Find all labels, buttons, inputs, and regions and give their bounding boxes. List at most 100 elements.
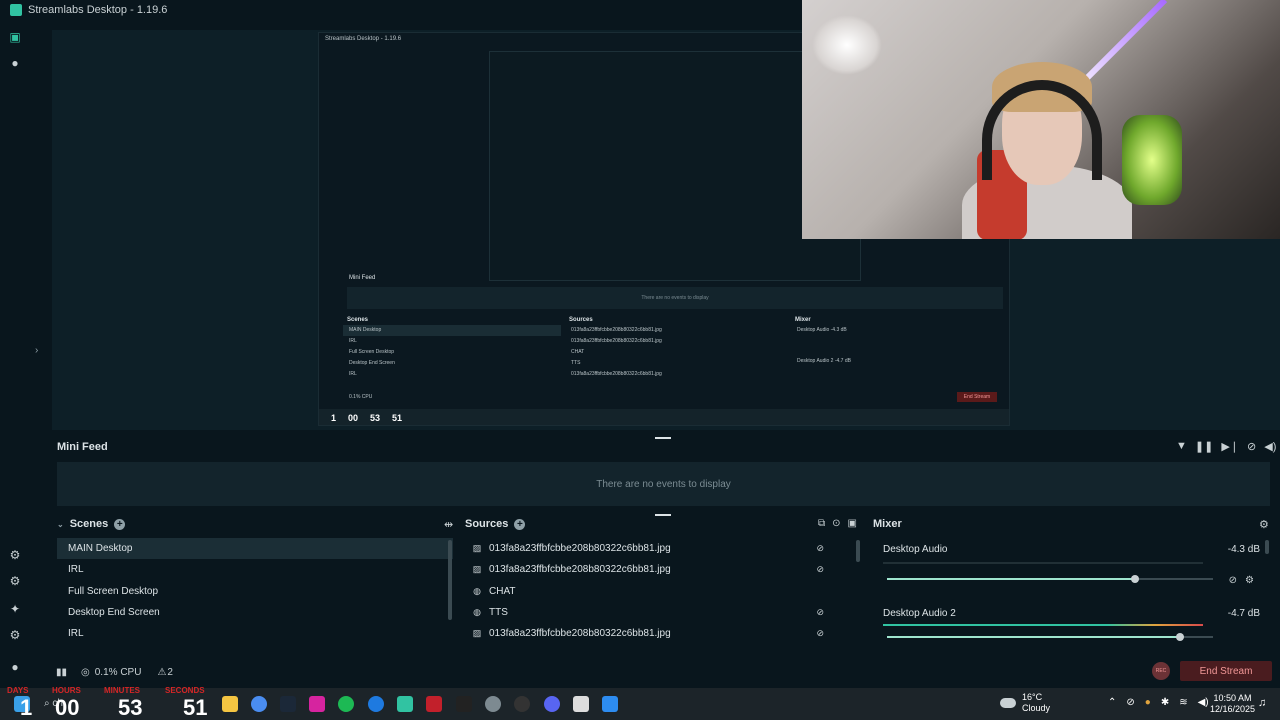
add-scene-icon[interactable]: + — [114, 518, 126, 530]
filter-icon[interactable]: ▼ — [1176, 440, 1187, 453]
tts-app-icon[interactable] — [426, 696, 442, 712]
settings-app-icon[interactable] — [485, 696, 501, 712]
source-item[interactable]: ▨ 013fa8a23ffbfcbbe208b80322c6bb81.jpg ⊘ — [465, 538, 860, 559]
play-icon[interactable]: ● — [8, 56, 22, 70]
preview-dock: Scenes MAIN Desktop IRL Full Screen Desk… — [343, 315, 1007, 387]
record-button[interactable]: REC — [1152, 662, 1170, 680]
volume-icon[interactable]: ◀) — [1264, 440, 1276, 453]
status-bar: ▮▮ ◎ 0.1% CPU ⚠ 2 — [30, 660, 1280, 684]
file-explorer-icon[interactable] — [222, 696, 238, 712]
eye-hidden-icon[interactable]: ⊘ — [816, 607, 824, 618]
preview-mixer-channel: Desktop Audio 2 -4.7 dB — [791, 356, 1007, 367]
microphone-icon[interactable]: ● — [1145, 697, 1151, 708]
scene-transition-icon[interactable]: ⇹ — [444, 518, 453, 531]
channel-settings-icon[interactable]: ⚙ — [1245, 575, 1254, 586]
discord-icon[interactable] — [544, 696, 560, 712]
preview-source-row: TTS — [571, 360, 581, 366]
source-name: TTS — [489, 607, 508, 619]
chevron-right-icon[interactable]: › — [35, 345, 38, 356]
volume-fader[interactable] — [887, 633, 1213, 641]
streamlabs-logo-icon — [10, 4, 22, 16]
end-stream-button[interactable]: End Stream — [1180, 661, 1272, 681]
volume-fader[interactable] — [887, 575, 1213, 583]
source-item[interactable]: ▨ 013fa8a23ffbfcbbe208b80322c6bb81.jpg ⊘ — [465, 559, 860, 580]
mixer-settings-icon[interactable]: ⚙ — [1259, 518, 1269, 531]
notification-count: 2 — [167, 666, 173, 678]
clock-time: 10:50 AM — [1213, 693, 1252, 703]
mute-alerts-icon[interactable]: ⊘ — [1247, 440, 1256, 453]
source-name: 013fa8a23ffbfcbbe208b80322c6bb81.jpg — [489, 543, 671, 555]
system-clock[interactable]: 10:50 AM 12/16/2025 — [1210, 693, 1255, 715]
source-item[interactable]: ▨ 013fa8a23ffbfcbbe208b80322c6bb81.jpg ⊘ — [465, 623, 860, 644]
volume-fader-knob[interactable] — [1176, 633, 1185, 641]
eye-hidden-icon[interactable]: ⊘ — [816, 628, 824, 639]
notification-bell-icon[interactable]: ♫ — [1258, 697, 1266, 709]
volume-fader-knob[interactable] — [1130, 575, 1139, 583]
preview-title: Streamlabs Desktop - 1.19.6 — [325, 36, 402, 42]
mixer-title: Mixer — [873, 518, 902, 530]
preview-mixer-db: -4.7 dB — [834, 358, 851, 364]
chevron-up-icon[interactable]: ⌃ — [1108, 697, 1116, 708]
scenes-scrollbar[interactable] — [448, 540, 452, 620]
chevron-down-icon[interactable]: ⌄ — [57, 520, 64, 529]
media-player-icon[interactable] — [368, 696, 384, 712]
wifi-icon[interactable]: ≋ — [1179, 697, 1187, 708]
skip-icon[interactable]: ▶❘ — [1221, 440, 1239, 453]
scene-item[interactable]: Desktop End Screen — [57, 602, 453, 623]
outlook-icon[interactable] — [602, 696, 618, 712]
sources-scrollbar[interactable] — [856, 540, 860, 562]
mixer-channel-db: -4.3 dB — [1227, 544, 1260, 555]
streamlabs-icon[interactable] — [397, 696, 413, 712]
eye-hidden-icon[interactable]: ⊘ — [816, 564, 824, 575]
add-source-icon[interactable]: + — [514, 518, 526, 530]
themes-icon[interactable]: ⚙ — [8, 548, 22, 562]
warning-icon[interactable]: ⚠ — [157, 667, 166, 678]
mixer-scrollbar[interactable] — [1265, 540, 1269, 554]
chrome-icon[interactable] — [251, 696, 267, 712]
scene-item[interactable]: MAIN Desktop — [57, 538, 453, 560]
selective-record-icon[interactable]: ⊙ — [832, 518, 840, 529]
folder-icon[interactable]: ▣ — [848, 518, 857, 529]
preview-mini-feed-empty: There are no events to display — [347, 287, 1003, 309]
group-icon[interactable]: ⧉ — [818, 518, 825, 529]
source-item[interactable]: ◍ CHAT — [465, 581, 860, 602]
preview-end-stream: End Stream — [957, 392, 997, 402]
apps-icon[interactable]: ⚙ — [8, 574, 22, 588]
spotify-icon[interactable] — [338, 696, 354, 712]
magic-icon[interactable]: ✦ — [8, 602, 22, 616]
scene-item[interactable]: Full Screen Desktop — [57, 581, 453, 602]
preview-source-row: 013fa8a23ffbfcbbe208b80322c6bb81.jpg — [571, 338, 662, 344]
resize-handle[interactable] — [655, 514, 671, 516]
preview-mixer-channel: Desktop Audio -4.3 dB — [791, 325, 1007, 336]
weather-widget[interactable]: 16°C Cloudy — [1000, 692, 1050, 714]
preview-scenes-header: Scenes — [347, 317, 369, 323]
eye-hidden-icon[interactable]: ⊘ — [816, 543, 824, 554]
cpu-usage: 0.1% CPU — [94, 666, 142, 678]
sources-header: Sources + — [465, 518, 526, 530]
capcut-icon[interactable] — [456, 696, 472, 712]
preview-mini-feed-title: Mini Feed — [349, 275, 376, 281]
profile-icon[interactable]: ● — [8, 660, 22, 674]
pause-icon[interactable]: ❚❚ — [1195, 440, 1213, 453]
resize-handle[interactable] — [655, 437, 671, 439]
obs-icon[interactable] — [514, 696, 530, 712]
cpu-icon: ◎ — [81, 666, 90, 678]
preview-countdown-hours: 00 — [348, 413, 359, 423]
performance-icon[interactable]: ▮▮ — [56, 667, 67, 678]
mute-icon[interactable]: ⊘ — [1229, 575, 1237, 586]
editor-icon[interactable]: ▣ — [8, 30, 22, 44]
weather-text: 16°C Cloudy — [1022, 692, 1050, 714]
source-name: 013fa8a23ffbfcbbe208b80322c6bb81.jpg — [489, 628, 671, 640]
instagram-icon[interactable] — [309, 696, 325, 712]
scene-item[interactable]: IRL — [57, 559, 453, 580]
bluetooth-icon[interactable]: ✱ — [1161, 697, 1169, 708]
settings-icon[interactable]: ⚙ — [8, 628, 22, 642]
source-item[interactable]: ◍ TTS ⊘ — [465, 602, 860, 623]
mixer-channel-db: -4.7 dB — [1227, 608, 1260, 619]
snipping-tool-icon[interactable] — [573, 696, 589, 712]
no-network-icon[interactable]: ⊘ — [1126, 697, 1134, 708]
scene-item[interactable]: IRL — [57, 623, 453, 644]
speaker-icon[interactable]: ◀) — [1198, 697, 1209, 708]
steam-icon[interactable] — [280, 696, 296, 712]
countdown-hours: 00 — [55, 695, 80, 720]
